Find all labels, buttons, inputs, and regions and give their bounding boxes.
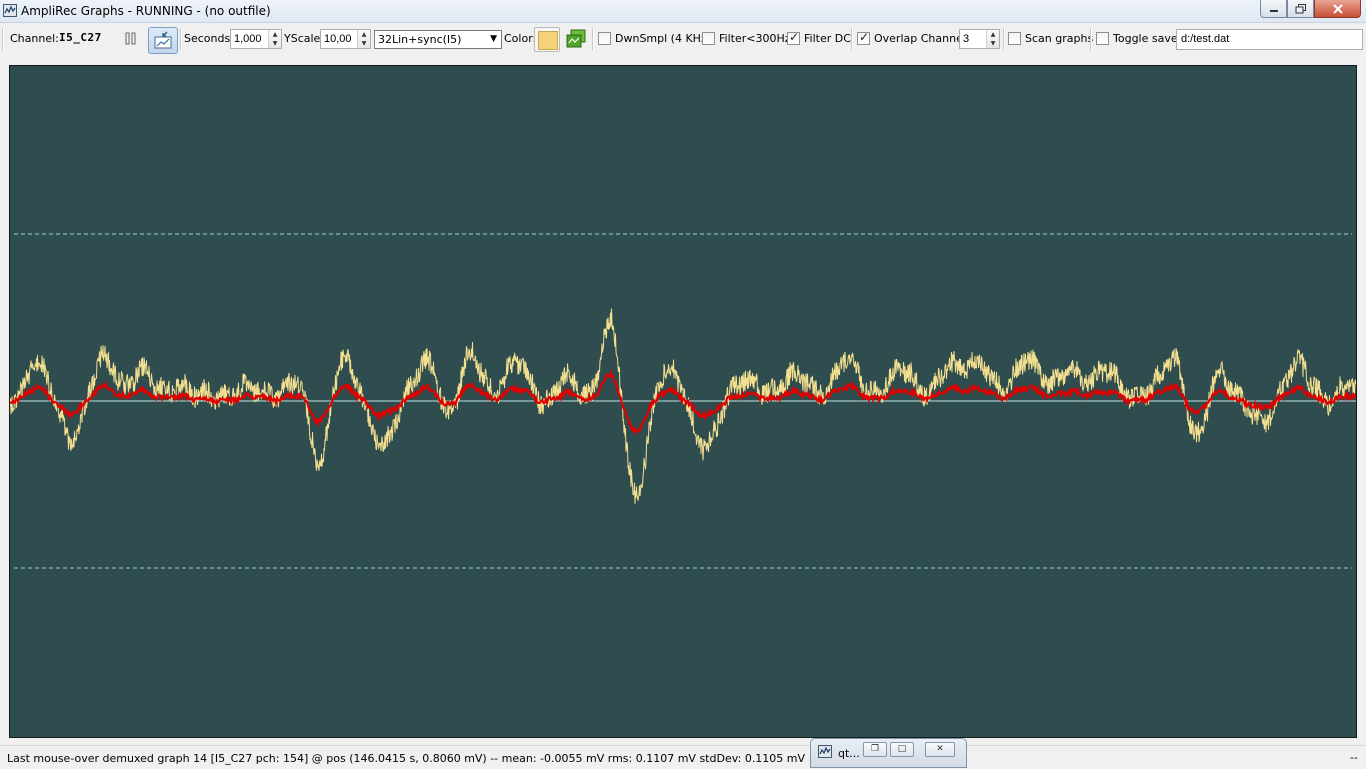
overlap-channel-label: Overlap Channel — [874, 32, 966, 45]
filter-300hz-label: Filter<300Hz — [719, 32, 791, 45]
dwnsmpl-checkbox[interactable] — [598, 32, 611, 45]
yscale-stepper[interactable]: ▲ ▼ — [357, 30, 370, 48]
seconds-input[interactable] — [232, 31, 270, 47]
status-message: Last mouse-over demuxed graph 14 [I5_C27… — [7, 752, 806, 765]
channel-value: I5_C27 — [59, 31, 102, 44]
close-button[interactable] — [1314, 0, 1361, 18]
toggle-save-label: Toggle save — [1113, 32, 1178, 45]
seconds-label: Seconds: — [184, 32, 234, 45]
status-bar: Last mouse-over demuxed graph 14 [I5_C27… — [0, 745, 1366, 769]
graph-windows-button[interactable] — [564, 27, 588, 52]
overlap-channel-stepper[interactable]: ▲ ▼ — [986, 30, 999, 48]
dwnsmpl-label: DwnSmpl (4 KHz) — [615, 32, 712, 45]
chevron-down-icon: ▼ — [490, 34, 497, 44]
arrow-up-icon[interactable]: ▲ — [987, 30, 999, 39]
maximize-icon: □ — [897, 744, 907, 754]
color-swatch — [538, 31, 558, 50]
mini-maximize-button[interactable]: □ — [890, 742, 914, 757]
overlap-channel-spinbox[interactable]: ▲ ▼ — [959, 29, 1000, 49]
toolbar-separator — [592, 28, 594, 50]
raw-signal-trace — [10, 308, 1356, 504]
seconds-spinbox[interactable]: ▲ ▼ — [230, 29, 282, 49]
window-title: AmpliRec Graphs - RUNNING - (no outfile) — [21, 4, 271, 18]
minimized-window[interactable]: qt... ❐ □ ✕ — [810, 738, 967, 768]
minimize-icon — [1269, 9, 1278, 12]
signal-graph[interactable] — [9, 65, 1357, 738]
color-label: Color: — [504, 32, 537, 45]
toolbar-separator — [851, 28, 853, 50]
arrow-down-icon[interactable]: ▼ — [987, 39, 999, 48]
maximize-button[interactable] — [1287, 0, 1314, 18]
mini-close-button[interactable]: ✕ — [925, 742, 955, 757]
mode-select[interactable]: 32Lin+sync(I5) ▼ — [374, 30, 502, 49]
graph-windows-icon — [566, 29, 586, 48]
scan-graphs-checkbox[interactable] — [1008, 32, 1021, 45]
restore-icon: ❐ — [870, 744, 880, 754]
zoom-fit-button[interactable] — [148, 27, 178, 54]
title-bar: AmpliRec Graphs - RUNNING - (no outfile) — [0, 0, 1366, 23]
color-picker-button[interactable] — [534, 27, 560, 52]
yscale-spinbox[interactable]: ▲ ▼ — [320, 29, 371, 49]
filter-dc-checkbox[interactable] — [787, 30, 800, 45]
status-right: -- — [1350, 751, 1358, 764]
close-icon: ✕ — [936, 744, 944, 754]
toolbar-separator — [1090, 28, 1092, 50]
toolbar-grip — [2, 28, 4, 50]
toggle-save-checkbox[interactable] — [1096, 32, 1109, 45]
filter-dc-label: Filter DC — [804, 32, 851, 45]
arrow-down-icon[interactable]: ▼ — [269, 39, 281, 48]
signal-graph-canvas[interactable] — [10, 66, 1356, 737]
mini-restore-button[interactable]: ❐ — [863, 742, 887, 757]
minimize-button[interactable] — [1260, 0, 1287, 18]
minimized-window-title: qt... — [838, 747, 860, 760]
yscale-label: YScale: — [284, 32, 325, 45]
zoom-fit-icon — [154, 31, 172, 49]
overlap-channel-input[interactable] — [961, 31, 987, 47]
filter-300hz-checkbox[interactable] — [702, 32, 715, 45]
yscale-input[interactable] — [322, 31, 360, 47]
seconds-stepper[interactable]: ▲ ▼ — [268, 30, 281, 48]
pause-button[interactable] — [120, 27, 142, 51]
scan-graphs-label: Scan graphs — [1025, 32, 1094, 45]
overlap-channel-checkbox[interactable] — [857, 30, 870, 45]
restore-icon — [1295, 3, 1306, 13]
save-path-field[interactable] — [1176, 29, 1363, 50]
save-path-input[interactable] — [1179, 32, 1363, 46]
arrow-up-icon[interactable]: ▲ — [269, 30, 281, 39]
toolbar: Channel: I5_C27 Seconds: ▲ ▼ YScale: ▲ ▼… — [0, 24, 1366, 55]
arrow-up-icon[interactable]: ▲ — [358, 30, 370, 39]
pause-icon — [125, 32, 136, 45]
close-icon — [1332, 3, 1343, 14]
mode-select-value: 32Lin+sync(I5) — [378, 33, 462, 46]
toolbar-separator — [180, 28, 182, 50]
channel-label: Channel: — [10, 32, 59, 45]
arrow-down-icon[interactable]: ▼ — [358, 39, 370, 48]
toolbar-separator — [1003, 28, 1005, 50]
app-icon — [3, 4, 17, 17]
app-icon — [818, 745, 832, 758]
